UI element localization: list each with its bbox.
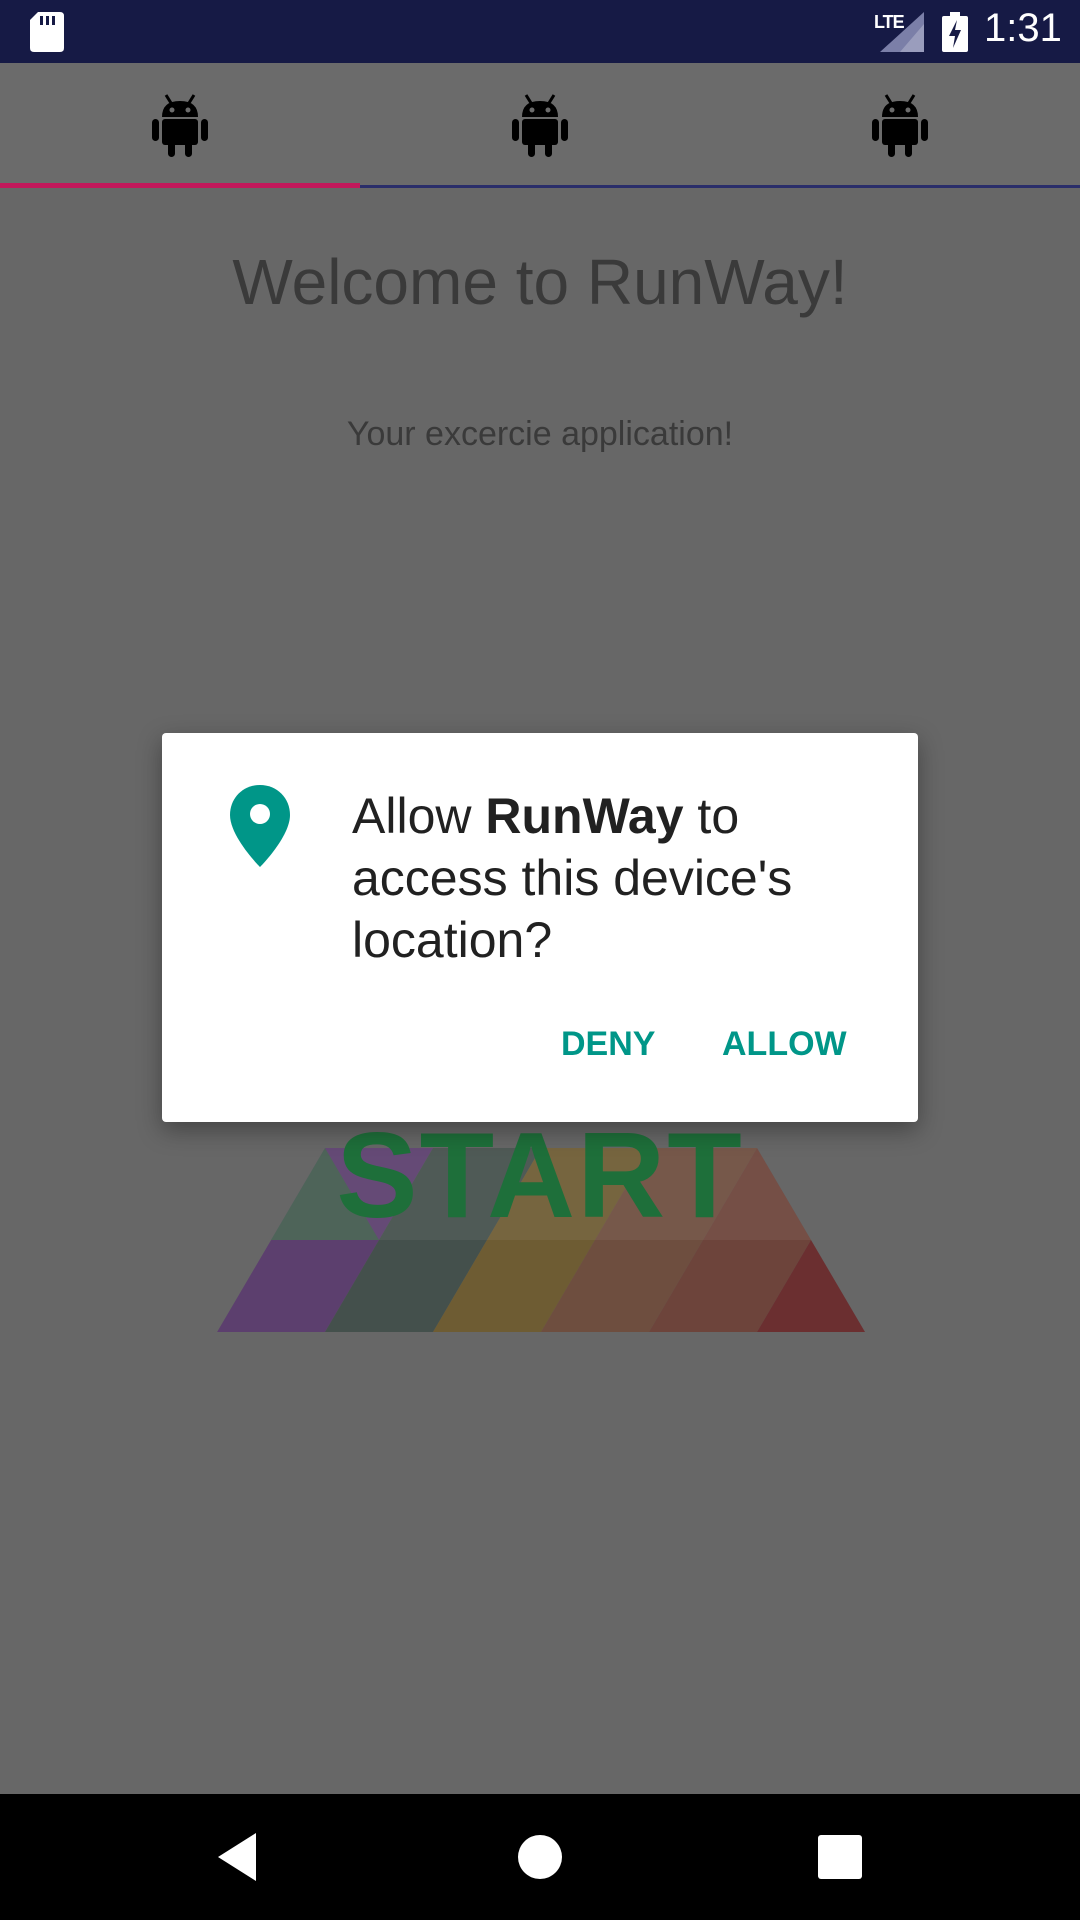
android-icon xyxy=(512,94,568,157)
android-icon xyxy=(872,94,928,157)
dialog-message-prefix: Allow xyxy=(352,788,486,844)
allow-button[interactable]: ALLOW xyxy=(722,1025,847,1064)
location-pin-icon xyxy=(230,785,290,867)
back-icon[interactable] xyxy=(212,1829,268,1885)
welcome-subtitle: Your excercie application! xyxy=(346,415,734,453)
clock: 1:31 xyxy=(984,6,1062,50)
dialog-message: Allow RunWay to access this device's loc… xyxy=(352,785,872,971)
status-bar: LTE 1:31 xyxy=(0,0,1080,63)
tab-3[interactable] xyxy=(720,63,1080,187)
location-permission-dialog: Allow RunWay to access this device's loc… xyxy=(162,733,918,1122)
home-icon[interactable] xyxy=(512,1829,568,1885)
tab-2[interactable] xyxy=(360,63,720,187)
navigation-bar xyxy=(0,1794,1080,1920)
recents-icon[interactable] xyxy=(812,1829,868,1885)
start-button-label[interactable]: START xyxy=(0,1105,1080,1245)
deny-button[interactable]: DENY xyxy=(561,1025,655,1064)
tab-indicator xyxy=(0,183,360,188)
tab-1[interactable] xyxy=(0,63,360,187)
signal-icon xyxy=(880,12,924,52)
sd-card-icon xyxy=(30,12,64,52)
tab-bar xyxy=(0,63,1080,187)
welcome-title: Welcome to RunWay! xyxy=(232,246,848,318)
dialog-app-name: RunWay xyxy=(485,788,684,844)
battery-charging-icon xyxy=(942,12,968,52)
android-icon xyxy=(152,94,208,157)
